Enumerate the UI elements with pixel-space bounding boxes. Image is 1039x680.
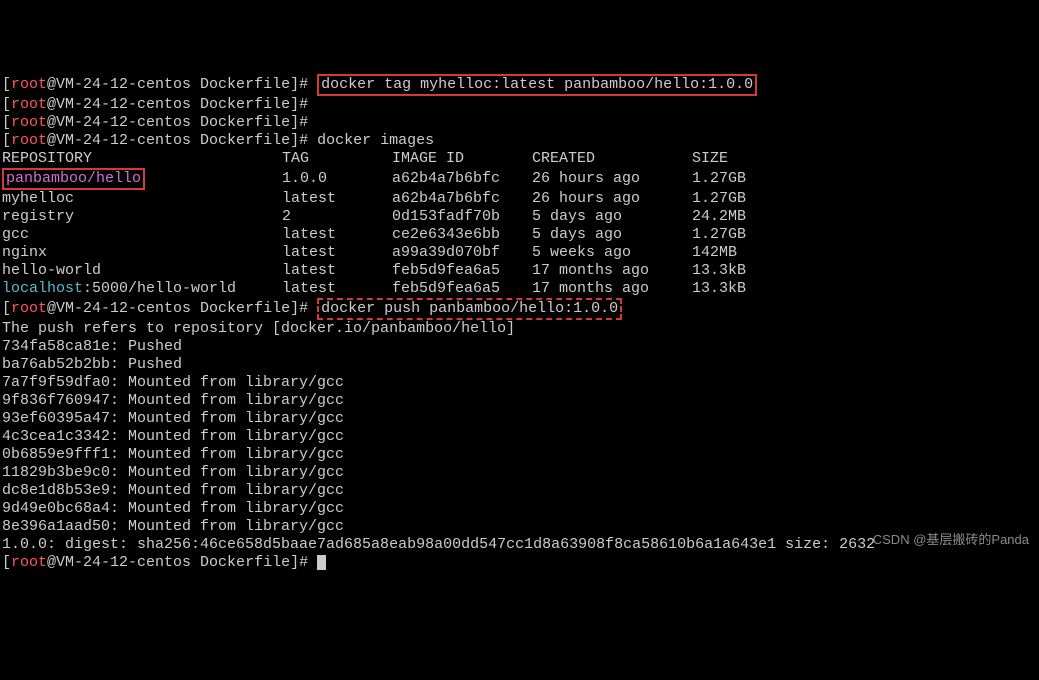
table-header: REPOSITORYTAGIMAGE IDCREATEDSIZE bbox=[2, 150, 1037, 168]
prompt-user: root bbox=[11, 554, 47, 571]
cursor[interactable] bbox=[317, 555, 326, 570]
prompt-user: root bbox=[11, 300, 47, 317]
table-row: panbamboo/hello1.0.0a62b4a7b6bfc26 hours… bbox=[2, 168, 1037, 190]
push-layer: 7a7f9f59dfa0: Mounted from library/gcc bbox=[2, 374, 1037, 392]
push-layer: 11829b3be9c0: Mounted from library/gcc bbox=[2, 464, 1037, 482]
table-row: gcclatestce2e6343e6bb5 days ago1.27GB bbox=[2, 226, 1037, 244]
prompt-user: root bbox=[11, 114, 47, 131]
terminal-line: [root@VM-24-12-centos Dockerfile]# docke… bbox=[2, 298, 1037, 320]
terminal-line: [root@VM-24-12-centos Dockerfile]# bbox=[2, 114, 1037, 132]
command-images: docker images bbox=[317, 132, 434, 149]
terminal-line: [root@VM-24-12-centos Dockerfile]# docke… bbox=[2, 132, 1037, 150]
prompt-user: root bbox=[11, 76, 47, 93]
command-push: docker push panbamboo/hello:1.0.0 bbox=[317, 298, 622, 320]
highlighted-repo: panbamboo/hello bbox=[2, 168, 145, 190]
push-layer: 9f836f760947: Mounted from library/gcc bbox=[2, 392, 1037, 410]
command-tag: docker tag myhelloc:latest panbamboo/hel… bbox=[317, 74, 757, 96]
push-layer: dc8e1d8b53e9: Mounted from library/gcc bbox=[2, 482, 1037, 500]
push-refers: The push refers to repository [docker.io… bbox=[2, 320, 1037, 338]
push-layer: 9d49e0bc68a4: Mounted from library/gcc bbox=[2, 500, 1037, 518]
table-row: localhost:5000/hello-worldlatestfeb5d9fe… bbox=[2, 280, 1037, 298]
push-layer: 734fa58ca81e: Pushed bbox=[2, 338, 1037, 356]
terminal-line: [root@VM-24-12-centos Dockerfile]# bbox=[2, 96, 1037, 114]
table-row: registry20d153fadf70b5 days ago24.2MB bbox=[2, 208, 1037, 226]
terminal-line: [root@VM-24-12-centos Dockerfile]# docke… bbox=[2, 74, 1037, 96]
push-layer: 93ef60395a47: Mounted from library/gcc bbox=[2, 410, 1037, 428]
table-row: myhelloclatesta62b4a7b6bfc26 hours ago1.… bbox=[2, 190, 1037, 208]
push-layer: ba76ab52b2bb: Pushed bbox=[2, 356, 1037, 374]
prompt-user: root bbox=[11, 96, 47, 113]
terminal-line: [root@VM-24-12-centos Dockerfile]# bbox=[2, 554, 1037, 572]
table-row: nginxlatesta99a39d070bf5 weeks ago142MB bbox=[2, 244, 1037, 262]
prompt-user: root bbox=[11, 132, 47, 149]
table-row: hello-worldlatestfeb5d9fea6a517 months a… bbox=[2, 262, 1037, 280]
push-layer: 0b6859e9fff1: Mounted from library/gcc bbox=[2, 446, 1037, 464]
watermark-text: CSDN @基层搬砖的Panda bbox=[873, 531, 1029, 549]
push-layer: 4c3cea1c3342: Mounted from library/gcc bbox=[2, 428, 1037, 446]
terminal-output: [root@VM-24-12-centos Dockerfile]# docke… bbox=[2, 74, 1037, 572]
